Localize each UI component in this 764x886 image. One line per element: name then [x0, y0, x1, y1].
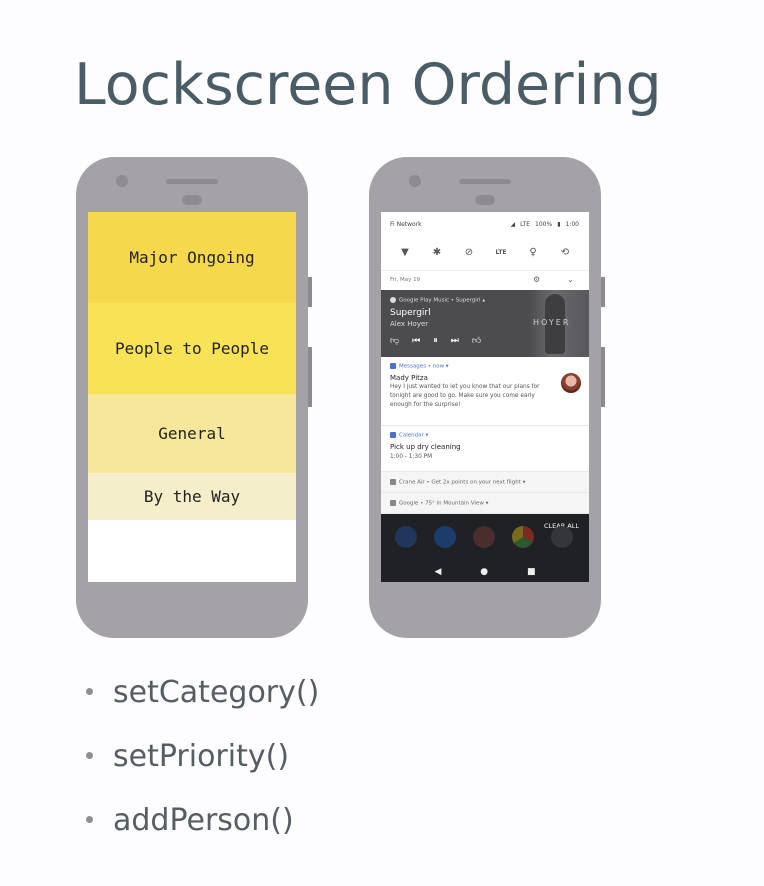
camera-app-icon[interactable]	[551, 526, 573, 548]
messages-header: Messages • now ▾	[390, 363, 449, 370]
calendar-header: Calendar ▾	[390, 432, 428, 439]
chrome-app-icon[interactable]	[512, 526, 534, 548]
gear-icon[interactable]: ⚙	[533, 275, 540, 284]
calendar-icon	[390, 432, 396, 438]
message-body: Hey I just wanted to let you know that o…	[390, 384, 540, 408]
wifi-icon[interactable]: ▼	[398, 247, 412, 258]
message-sender: Mady Pitza	[390, 374, 428, 382]
bullet-item: setPriority()	[86, 739, 289, 774]
crane-air-icon	[390, 479, 396, 485]
skip-previous-icon[interactable]: ⏮︎	[412, 336, 420, 346]
bullet-item: setCategory()	[86, 675, 319, 710]
clock: 1:00	[565, 221, 579, 228]
bullet-text: setPriority()	[113, 739, 290, 774]
messages-header-label: Messages • now ▾	[399, 363, 449, 370]
signal-type: LTE	[520, 221, 531, 228]
messages-app-icon[interactable]	[434, 526, 456, 548]
recents-icon[interactable]: ■	[527, 567, 536, 577]
sensor	[475, 195, 495, 205]
volume-button	[308, 277, 312, 307]
music-app-label: Google Play Music • Supergirl ▴	[399, 297, 486, 304]
date-row: Fri, May 19 ⚙ ⌄	[381, 270, 589, 290]
power-button	[308, 347, 312, 407]
messages-notification[interactable]: Messages • now ▾ Mady Pitza Hey I just w…	[381, 357, 589, 426]
cloud-icon	[390, 500, 396, 506]
dnd-icon[interactable]: ⊘	[462, 247, 476, 258]
bullet-text: addPerson()	[113, 803, 294, 838]
back-icon[interactable]: ◀	[434, 567, 441, 577]
bluetooth-icon[interactable]: ✱	[430, 247, 444, 258]
crane-air-label: Crane Air • Get 2x points on your next f…	[390, 479, 525, 486]
bullet-text: setCategory()	[113, 675, 320, 710]
camera-icon	[409, 175, 421, 187]
album-art-text: HOYER	[533, 318, 571, 327]
nav-bar: ◀ ● ■	[381, 562, 589, 582]
skip-next-icon[interactable]: ⏭︎	[451, 336, 459, 346]
battery-level: 100%	[535, 221, 553, 228]
volume-button	[601, 277, 605, 307]
status-bar: Fi Network ◢ LTE 100% ▮ 1:00	[381, 212, 589, 234]
song-artist: Alex Hoyer	[390, 320, 429, 328]
bullet-dot	[86, 816, 93, 823]
phone-app-icon[interactable]	[395, 526, 417, 548]
phone-right-screen: Fi Network ◢ LTE 100% ▮ 1:00 ▼ ✱ ⊘ LTE ♀…	[381, 212, 589, 582]
play-music-icon	[390, 297, 396, 303]
song-title: Supergirl	[390, 308, 431, 318]
power-button	[601, 347, 605, 407]
camera-icon	[116, 175, 128, 187]
album-art: HOYER	[529, 290, 589, 357]
rotate-icon[interactable]: ⟲	[558, 247, 572, 258]
calendar-event-title: Pick up dry cleaning	[390, 443, 461, 451]
battery-icon: ▮	[557, 221, 561, 228]
signal-icon: ◢	[510, 221, 516, 228]
google-notification[interactable]: Google • 75° in Mountain View ▾	[381, 493, 589, 514]
calendar-event-time: 1:00 - 1:30 PM	[390, 454, 433, 460]
crane-air-notification[interactable]: Crane Air • Get 2x points on your next f…	[381, 472, 589, 493]
category-band-general: General	[88, 394, 296, 473]
home-dock: CLEAR ALL ◀ ● ■	[381, 514, 589, 582]
slide-title: Lockscreen Ordering	[74, 52, 662, 118]
category-band-by-the-way: By the Way	[88, 473, 296, 520]
media-controls: 👎︎ ⏮︎ ⏸︎ ⏭︎ 👍︎	[390, 336, 481, 346]
phone-left: Major Ongoing People to People General B…	[76, 157, 312, 638]
bullet-dot	[86, 688, 93, 695]
bullet-item: addPerson()	[86, 803, 294, 838]
google-text: Google • 75° in Mountain View ▾	[399, 500, 489, 507]
bullet-dot	[86, 752, 93, 759]
music-app-header: Google Play Music • Supergirl ▴	[390, 297, 485, 304]
home-icon[interactable]: ●	[480, 567, 488, 577]
date-label: Fri, May 19	[390, 277, 421, 283]
gmail-app-icon[interactable]	[473, 526, 495, 548]
network-name: Fi Network	[390, 221, 422, 228]
pause-icon[interactable]: ⏸︎	[433, 336, 438, 346]
thumbs-up-icon[interactable]: 👍︎	[472, 336, 481, 346]
speaker-grille	[459, 179, 511, 184]
crane-air-text: Crane Air • Get 2x points on your next f…	[399, 479, 526, 486]
calendar-header-label: Calendar ▾	[399, 432, 429, 439]
messages-icon	[390, 363, 396, 369]
phone-right: Fi Network ◢ LTE 100% ▮ 1:00 ▼ ✱ ⊘ LTE ♀…	[369, 157, 605, 638]
chevron-down-icon[interactable]: ⌄	[567, 275, 574, 284]
phone-left-screen: Major Ongoing People to People General B…	[88, 212, 296, 582]
music-notification[interactable]: HOYER Google Play Music • Supergirl ▴ Su…	[381, 290, 589, 357]
sensor	[182, 195, 202, 205]
lte-tile[interactable]: LTE	[494, 249, 508, 256]
flashlight-icon[interactable]: ♀	[526, 247, 540, 258]
thumbs-down-icon[interactable]: 👎︎	[390, 336, 399, 346]
avatar	[561, 373, 581, 393]
category-band-major-ongoing: Major Ongoing	[88, 212, 296, 303]
calendar-notification[interactable]: Calendar ▾ Pick up dry cleaning 1:00 - 1…	[381, 426, 589, 472]
google-label: Google • 75° in Mountain View ▾	[390, 500, 488, 507]
category-band-people: People to People	[88, 303, 296, 394]
quick-settings: ▼ ✱ ⊘ LTE ♀ ⟲	[381, 234, 589, 270]
dock-apps	[395, 526, 573, 548]
speaker-grille	[166, 179, 218, 184]
